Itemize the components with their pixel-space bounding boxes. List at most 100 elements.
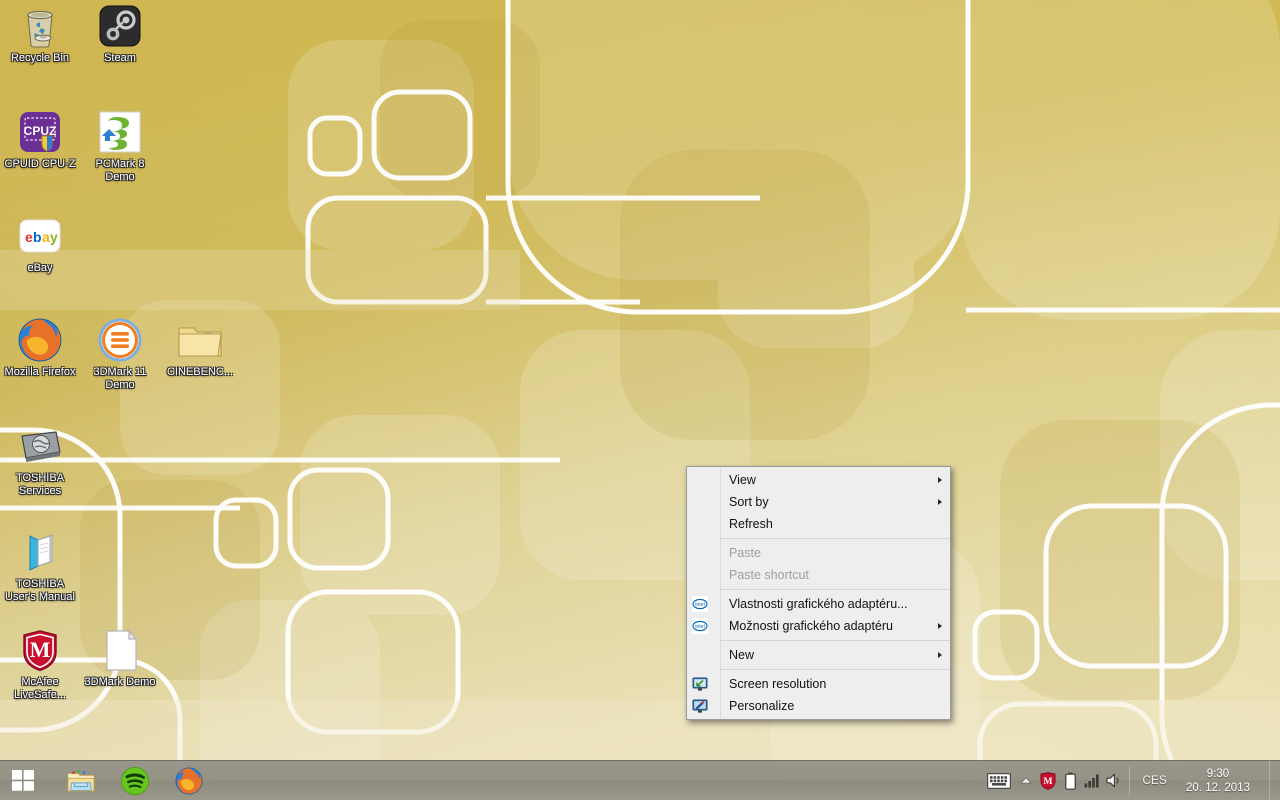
- toshiba-manual-icon: [29, 534, 53, 571]
- chevron-up-icon: [1020, 776, 1033, 784]
- desktop-icon-label: TOSHIBA Services: [15, 472, 65, 497]
- spotify-icon: [120, 766, 150, 795]
- tray-icon-volume[interactable]: [1103, 767, 1125, 795]
- language-indicator[interactable]: CES: [1134, 775, 1175, 787]
- svg-text:intel: intel: [695, 624, 705, 630]
- context-menu-item-label: Screen resolution: [729, 677, 827, 691]
- tray-divider: [1129, 766, 1131, 795]
- signal-bars-icon: [1084, 774, 1099, 788]
- desktop-icon-mcafee-livesafe[interactable]: M McAfee LiveSafe...: [0, 626, 80, 702]
- context-menu-item-label: Paste shortcut: [729, 568, 809, 582]
- recycle-bin-icon: [27, 10, 53, 48]
- context-menu-separator: [721, 538, 950, 539]
- start-button[interactable]: [0, 761, 48, 800]
- taskbar-item-firefox[interactable]: [162, 762, 216, 799]
- desktop-icon-toshiba-services[interactable]: TOSHIBA Services: [0, 422, 80, 498]
- tray-icon-mcafee[interactable]: M: [1037, 767, 1059, 795]
- desktop-icon-ebay[interactable]: e b a y eBay: [0, 212, 80, 275]
- toshiba-manual-icon-wrapper: [16, 528, 64, 576]
- context-menu-item-refresh[interactable]: Refresh: [687, 513, 950, 535]
- context-menu-item-vlastnosti-grafick-ho-adapt-ru[interactable]: intel Vlastnosti grafického adaptéru...: [687, 593, 950, 615]
- steam-icon: [99, 5, 141, 47]
- tray-icon-touch-keyboard[interactable]: [983, 767, 1015, 795]
- keyboard-icon: [987, 772, 1012, 789]
- firefox-icon-wrapper: [16, 316, 64, 364]
- context-menu-item-label: Refresh: [729, 517, 773, 531]
- windows-logo-icon: [12, 769, 34, 791]
- svg-text:y: y: [50, 229, 58, 245]
- desktop-context-menu[interactable]: View Sort by Refresh Paste Paste shortcut in…: [686, 466, 951, 720]
- speaker-icon: [1106, 773, 1119, 788]
- context-menu-separator: [721, 669, 950, 670]
- submenu-arrow-icon: [938, 623, 942, 629]
- desktop-icon-grid: Recycle Bin Steam CPUZ CPUID CPU-Z PCMar…: [0, 0, 260, 760]
- show-desktop-button[interactable]: [1269, 761, 1280, 800]
- context-menu-items: View Sort by Refresh Paste Paste shortcut in…: [687, 469, 950, 717]
- taskbar-item-spotify[interactable]: [108, 762, 162, 799]
- context-menu-item-mo-nosti-grafick-ho-adapt-ru[interactable]: intel Možnosti grafického adaptéru: [687, 615, 950, 637]
- intel-icon: intel: [692, 618, 708, 634]
- taskbar-quicklaunch: [54, 761, 216, 800]
- svg-text:a: a: [42, 229, 50, 245]
- document-icon-wrapper: [96, 626, 144, 674]
- intel-icon: intel: [692, 596, 708, 612]
- context-menu-item-new[interactable]: New: [687, 644, 950, 666]
- context-menu-item-paste: Paste: [687, 542, 950, 564]
- desktop-icon-label: TOSHIBA User's Manual: [5, 578, 75, 603]
- svg-text:b: b: [33, 229, 42, 245]
- mcafee-shield-icon: M: [1040, 771, 1056, 790]
- submenu-arrow-icon: [938, 477, 942, 483]
- clock-time: 9:30: [1206, 767, 1230, 780]
- desktop-icon-label: PCMark 8 Demo: [95, 158, 145, 183]
- desktop-icon-3dmark-11-demo[interactable]: 3DMark 11 Demo: [80, 316, 160, 392]
- mcafee-icon-wrapper: M: [16, 626, 64, 674]
- firefox-icon: [18, 318, 62, 362]
- mcafee-icon: M: [23, 630, 57, 672]
- desktop-icon-steam[interactable]: Steam: [80, 2, 160, 65]
- context-menu-item-sort-by[interactable]: Sort by: [687, 491, 950, 513]
- context-menu-item-label: Sort by: [729, 495, 769, 509]
- context-menu-item-view[interactable]: View: [687, 469, 950, 491]
- desktop-icon-label: 3DMark 11 Demo: [93, 366, 147, 391]
- context-menu-item-label: New: [729, 648, 755, 662]
- tray-icon-list: M: [983, 767, 1127, 795]
- steam-icon-wrapper: [96, 2, 144, 50]
- firefox-icon: [175, 767, 203, 794]
- context-menu-item-label: Vlastnosti grafického adaptéru...: [729, 597, 908, 611]
- tray-icon-show-hidden[interactable]: [1015, 767, 1037, 795]
- tray-icon-network[interactable]: [1081, 767, 1103, 795]
- desktop-icon-pcmark-8-demo[interactable]: PCMark 8 Demo: [80, 108, 160, 184]
- desktop-icon-cinebench-folder[interactable]: CINEBENC...: [160, 316, 240, 379]
- desktop-icon-toshiba-manual[interactable]: TOSHIBA User's Manual: [0, 528, 80, 604]
- context-menu-item-label: Paste: [729, 546, 761, 560]
- pcmark8-icon: [99, 111, 141, 153]
- desktop-icon-recycle-bin[interactable]: Recycle Bin: [0, 2, 80, 65]
- desktop-icon-label: Steam: [104, 52, 136, 64]
- recycle-bin-icon-wrapper: [16, 2, 64, 50]
- desktop-icon-label: eBay: [27, 262, 53, 274]
- tray-icon-battery[interactable]: [1059, 767, 1081, 795]
- ebay-icon-wrapper: e b a y: [16, 212, 64, 260]
- context-menu-item-screen-resolution[interactable]: Screen resolution: [687, 673, 950, 695]
- cpuz-icon-wrapper: CPUZ: [16, 108, 64, 156]
- clock-date: 20. 12. 2013: [1186, 781, 1250, 794]
- desktop-icon-mozilla-firefox[interactable]: Mozilla Firefox: [0, 316, 80, 379]
- pcmark8-icon-wrapper: [96, 108, 144, 156]
- desktop-icon-label: Mozilla Firefox: [4, 366, 76, 378]
- context-menu-item-label: Personalize: [729, 699, 795, 713]
- context-menu-item-personalize[interactable]: Personalize: [687, 695, 950, 717]
- svg-text:M: M: [30, 637, 51, 662]
- taskbar[interactable]: M CES 9:30 20. 12. 2013: [0, 760, 1280, 800]
- desktop-icon-cpuid-cpu-z[interactable]: CPUZ CPUID CPU-Z: [0, 108, 80, 171]
- battery-icon: [1065, 772, 1076, 790]
- desktop-icon-3dmark-demo[interactable]: 3DMark Demo: [80, 626, 160, 689]
- screen-resolution-icon: [692, 676, 708, 692]
- taskbar-item-windows-explorer[interactable]: [54, 762, 108, 799]
- desktop-icon-label: 3DMark Demo: [84, 676, 156, 688]
- document-icon: [106, 629, 138, 671]
- submenu-arrow-icon: [938, 499, 942, 505]
- 3dmark11-icon-wrapper: [96, 316, 144, 364]
- clock[interactable]: 9:30 20. 12. 2013: [1175, 767, 1267, 795]
- submenu-arrow-icon: [938, 652, 942, 658]
- context-menu-item-label: Možnosti grafického adaptéru: [729, 619, 893, 633]
